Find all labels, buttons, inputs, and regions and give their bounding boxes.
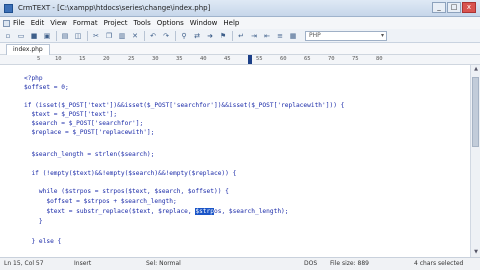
minimize-button[interactable]: _ bbox=[432, 2, 446, 13]
indent-icon[interactable]: ⇥ bbox=[249, 31, 259, 41]
column-ruler: 5 10 15 20 25 30 35 40 45 55 60 65 70 75… bbox=[0, 55, 480, 65]
toolbar-separator bbox=[175, 30, 176, 41]
selected-count: 4 chars selected bbox=[414, 260, 464, 267]
save-all-icon[interactable]: ▣ bbox=[42, 31, 52, 41]
window-title: CrmTEXT - [C:\xampp\htdocs\series\change… bbox=[18, 4, 211, 12]
window-controls: _ □ x bbox=[432, 2, 476, 13]
vertical-scrollbar[interactable]: ▲ ▼ bbox=[470, 65, 480, 257]
code-editor[interactable]: <?php $offset = 0; if (isset($_POST['tex… bbox=[0, 65, 470, 257]
tab-bar: index.php bbox=[0, 43, 480, 55]
code-line-18: } else { bbox=[24, 238, 62, 245]
code-line-2: $offset = 0; bbox=[24, 84, 69, 91]
menu-window[interactable]: Window bbox=[190, 19, 218, 27]
column-mode-icon[interactable]: ▦ bbox=[288, 31, 298, 41]
code-line-5: $text = $_POST['text']; bbox=[24, 111, 118, 118]
goto-icon[interactable]: ➜ bbox=[205, 31, 215, 41]
menu-edit[interactable]: Edit bbox=[31, 19, 45, 27]
chevron-down-icon: ▾ bbox=[380, 31, 384, 39]
save-icon[interactable]: ■ bbox=[29, 31, 39, 41]
ruler-label: 30 bbox=[152, 56, 159, 62]
open-folder-icon[interactable]: ▭ bbox=[16, 31, 26, 41]
scrollbar-thumb[interactable] bbox=[472, 77, 479, 147]
language-select[interactable]: PHP ▾ bbox=[305, 30, 387, 41]
line-ending: DOS bbox=[304, 260, 318, 267]
redo-icon[interactable]: ↷ bbox=[161, 31, 171, 41]
ruler-label: 40 bbox=[200, 56, 207, 62]
find-icon[interactable]: ⚲ bbox=[179, 31, 189, 41]
comment-icon[interactable]: ≡ bbox=[275, 31, 285, 41]
replace-icon[interactable]: ⇄ bbox=[192, 31, 202, 41]
menu-file[interactable]: File bbox=[13, 19, 25, 27]
code-line-13: while ($strpos = strpos($text, $search, … bbox=[24, 188, 229, 195]
toolbar-separator bbox=[232, 30, 233, 41]
selected-text: $strp bbox=[195, 208, 214, 215]
delete-icon[interactable]: ✕ bbox=[130, 31, 140, 41]
bookmark-icon[interactable]: ⚑ bbox=[218, 31, 228, 41]
close-button[interactable]: x bbox=[462, 2, 476, 13]
copy-icon[interactable]: ❐ bbox=[104, 31, 114, 41]
language-select-value: PHP bbox=[309, 31, 321, 39]
ruler-label: 20 bbox=[103, 56, 110, 62]
code-line-6: $search = $_POST['searchfor']; bbox=[24, 120, 144, 127]
preview-icon[interactable]: ◫ bbox=[73, 31, 83, 41]
toolbar-separator bbox=[144, 30, 145, 41]
menu-format[interactable]: Format bbox=[73, 19, 98, 27]
selection-mode: Sel: Normal bbox=[146, 260, 181, 267]
scroll-up-icon[interactable]: ▲ bbox=[471, 65, 480, 74]
menu-tools[interactable]: Tools bbox=[134, 19, 151, 27]
paste-icon[interactable]: ▥ bbox=[117, 31, 127, 41]
cursor-position: Ln 15, Col 57 bbox=[4, 260, 44, 267]
cut-icon[interactable]: ✂ bbox=[91, 31, 101, 41]
code-line-15-end: os, $search_length); bbox=[214, 208, 289, 215]
print-icon[interactable]: ▤ bbox=[60, 31, 70, 41]
app-icon bbox=[4, 3, 13, 13]
toolbar: ▫ ▭ ■ ▣ ▤ ◫ ✂ ❐ ▥ ✕ ↶ ↷ ⚲ ⇄ ➜ ⚑ ↵ ⇥ ⇤ ≡ … bbox=[0, 29, 480, 43]
ruler-label: 65 bbox=[304, 56, 311, 62]
maximize-button[interactable]: □ bbox=[447, 2, 461, 13]
ruler-label: 70 bbox=[328, 56, 335, 62]
toolbar-separator bbox=[56, 30, 57, 41]
menu-options[interactable]: Options bbox=[157, 19, 184, 27]
ruler-cursor-marker bbox=[248, 55, 252, 64]
ruler-label: 35 bbox=[176, 56, 183, 62]
ruler-label: 10 bbox=[55, 56, 62, 62]
ruler-label: 15 bbox=[79, 56, 86, 62]
file-size: File size: 889 bbox=[330, 260, 369, 267]
code-line-9: $search_length = strlen($search); bbox=[24, 151, 155, 158]
toolbar-separator bbox=[87, 30, 88, 41]
status-bar: Ln 15, Col 57 Insert Sel: Normal DOS Fil… bbox=[0, 257, 480, 270]
ruler-label: 60 bbox=[280, 56, 287, 62]
ruler-label: 25 bbox=[128, 56, 135, 62]
menu-bar: File Edit View Format Project Tools Opti… bbox=[0, 17, 480, 29]
code-line-4: if (isset($_POST['text'])&&isset($_POST[… bbox=[24, 102, 345, 109]
code-line-1: <?php bbox=[24, 75, 43, 82]
code-line-14: $offset = $strpos + $search_length; bbox=[24, 198, 177, 205]
insert-mode: Insert bbox=[74, 260, 92, 267]
wordwrap-icon[interactable]: ↵ bbox=[236, 31, 246, 41]
menu-view[interactable]: View bbox=[50, 19, 67, 27]
ruler-label: 55 bbox=[256, 56, 263, 62]
new-file-icon[interactable]: ▫ bbox=[3, 31, 13, 41]
scroll-down-icon[interactable]: ▼ bbox=[471, 248, 480, 257]
tab-index-php[interactable]: index.php bbox=[6, 44, 50, 55]
title-bar: CrmTEXT - [C:\xampp\htdocs\series\change… bbox=[0, 0, 480, 17]
ruler-label: 45 bbox=[224, 56, 231, 62]
document-icon bbox=[3, 19, 10, 27]
code-line-15: $text = substr_replace($text, $replace, … bbox=[24, 207, 289, 216]
code-line-11: if (!empty($text)&&!empty($search)&&!emp… bbox=[24, 170, 237, 177]
ruler-label: 80 bbox=[376, 56, 383, 62]
code-line-15-start: $text = substr_replace($text, $replace, bbox=[24, 208, 196, 215]
code-line-16: } bbox=[24, 218, 43, 225]
ruler-label: 75 bbox=[352, 56, 359, 62]
outdent-icon[interactable]: ⇤ bbox=[262, 31, 272, 41]
undo-icon[interactable]: ↶ bbox=[148, 31, 158, 41]
menu-project[interactable]: Project bbox=[104, 19, 128, 27]
menu-help[interactable]: Help bbox=[223, 19, 239, 27]
ruler-label: 5 bbox=[37, 56, 41, 62]
code-line-7: $replace = $_POST['replacewith']; bbox=[24, 129, 155, 136]
